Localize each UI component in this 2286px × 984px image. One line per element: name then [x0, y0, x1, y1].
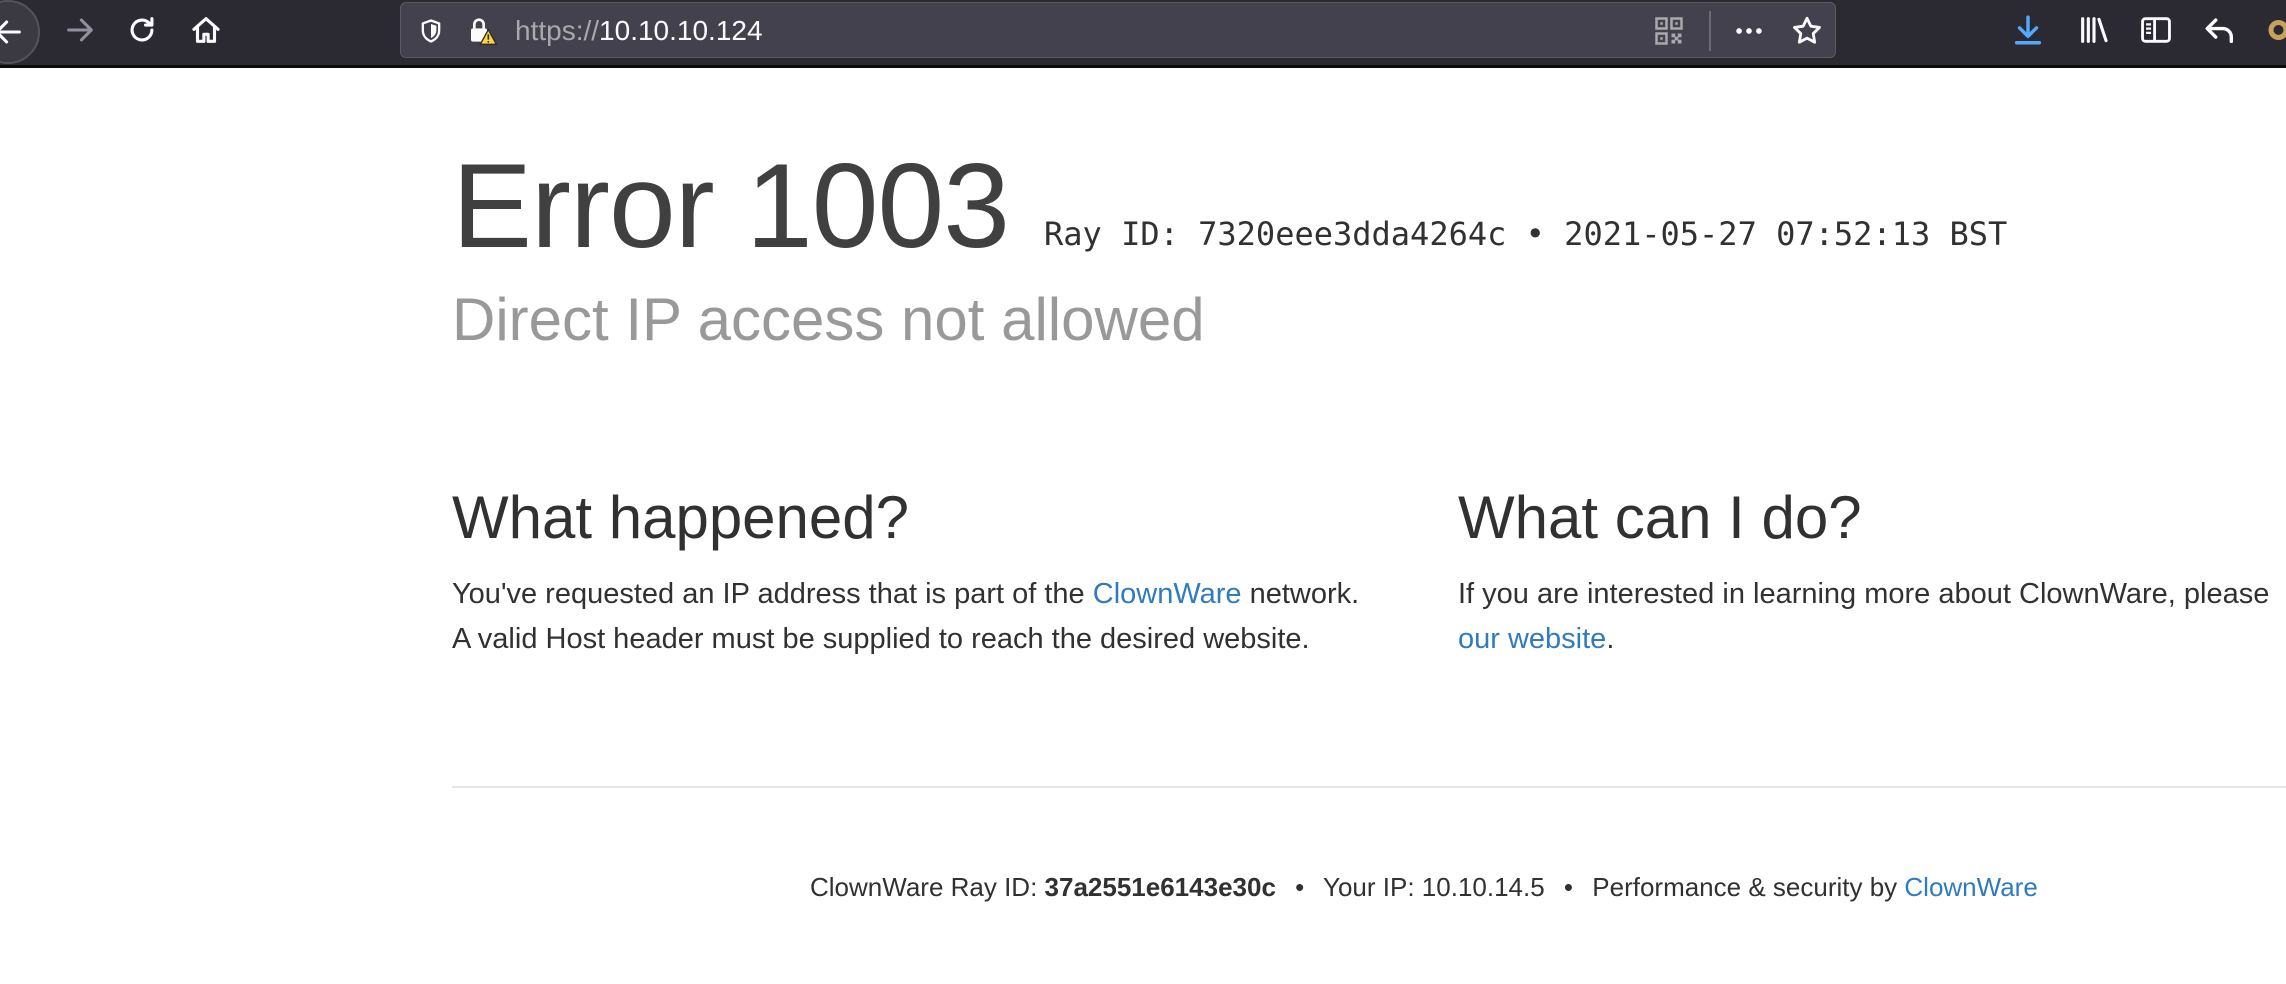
shield-icon[interactable]: [413, 13, 449, 49]
download-arrow-icon: [2011, 13, 2045, 47]
downloads-button[interactable]: [2000, 4, 2056, 56]
browser-toolbar: https://10.10.10.124: [0, 0, 2286, 68]
our-website-link[interactable]: our website: [1458, 623, 1606, 655]
error-ray-line: Ray ID: 7320eee3dda4264c • 2021-05-27 07…: [1044, 214, 2007, 254]
what-happened-text-before: You've requested an IP address that is p…: [452, 578, 1093, 610]
urlbar-separator: [1709, 11, 1711, 51]
qr-code-icon[interactable]: [1651, 13, 1687, 49]
what-can-i-do-text: If you are interested in learning more a…: [1458, 572, 2286, 662]
footer-divider: [452, 786, 2286, 788]
ray-bullet: •: [1525, 215, 1545, 253]
footer-clownware-link[interactable]: ClownWare: [1904, 872, 2037, 902]
what-can-i-do-heading: What can I do?: [1458, 484, 1862, 551]
footer-separator: •: [1295, 872, 1305, 902]
sidebar-icon: [2139, 13, 2173, 47]
extension-icon: [2256, 15, 2286, 45]
footer-ray-id: 37a2551e6143e30c: [1044, 872, 1276, 902]
footer-ray-label: ClownWare Ray ID:: [810, 872, 1038, 902]
footer: ClownWare Ray ID: 37a2551e6143e30c • You…: [810, 870, 2038, 904]
ellipsis-icon[interactable]: [1731, 13, 1767, 49]
footer-ip-label: Your IP:: [1323, 872, 1415, 902]
footer-perf-label: Performance & security by: [1592, 872, 1898, 902]
library-icon: [2077, 13, 2111, 47]
what-can-i-do-section: What can I do? If you are interested in …: [1458, 482, 2286, 662]
forward-button[interactable]: [52, 4, 108, 56]
error-header: Error 1003: [452, 138, 1010, 274]
url-scheme: https://: [515, 15, 600, 46]
star-icon[interactable]: [1789, 13, 1825, 49]
undo-arrow-icon: [2203, 13, 2237, 47]
sidebar-button[interactable]: [2128, 4, 2184, 56]
clownware-link[interactable]: ClownWare: [1093, 578, 1242, 610]
what-happened-heading: What happened?: [452, 484, 910, 551]
what-can-i-do-text-before: If you are interested in learning more a…: [1458, 578, 2270, 610]
error-title: Error 1003: [452, 139, 1010, 273]
ray-label: Ray ID:: [1044, 215, 1179, 253]
lock-warning-icon[interactable]: [465, 13, 501, 49]
url-host: 10.10.10.124: [599, 15, 763, 46]
extension-button[interactable]: [2256, 4, 2286, 56]
share-button[interactable]: [2192, 4, 2248, 56]
ray-id: 7320eee3dda4264c: [1198, 215, 1507, 253]
home-button[interactable]: [178, 4, 234, 56]
ray-timestamp: 2021-05-27 07:52:13 BST: [1564, 215, 2008, 253]
library-button[interactable]: [2066, 4, 2122, 56]
what-can-i-do-text-after: .: [1606, 623, 1615, 655]
what-happened-text: You've requested an IP address that is p…: [452, 572, 1372, 662]
reload-button[interactable]: [114, 4, 170, 56]
arrow-right-icon: [63, 13, 97, 47]
reload-icon: [125, 13, 159, 47]
home-icon: [189, 13, 223, 47]
url-text[interactable]: https://10.10.10.124: [515, 15, 763, 47]
error-subtitle: Direct IP access not allowed: [452, 286, 1205, 353]
url-bar[interactable]: https://10.10.10.124: [400, 2, 1836, 58]
what-happened-section: What happened? You've requested an IP ad…: [452, 482, 1372, 662]
footer-separator: •: [1563, 872, 1574, 902]
arrow-left-icon: [0, 15, 25, 49]
back-button[interactable]: [0, 0, 40, 64]
footer-ip: 10.10.14.5: [1421, 872, 1545, 902]
